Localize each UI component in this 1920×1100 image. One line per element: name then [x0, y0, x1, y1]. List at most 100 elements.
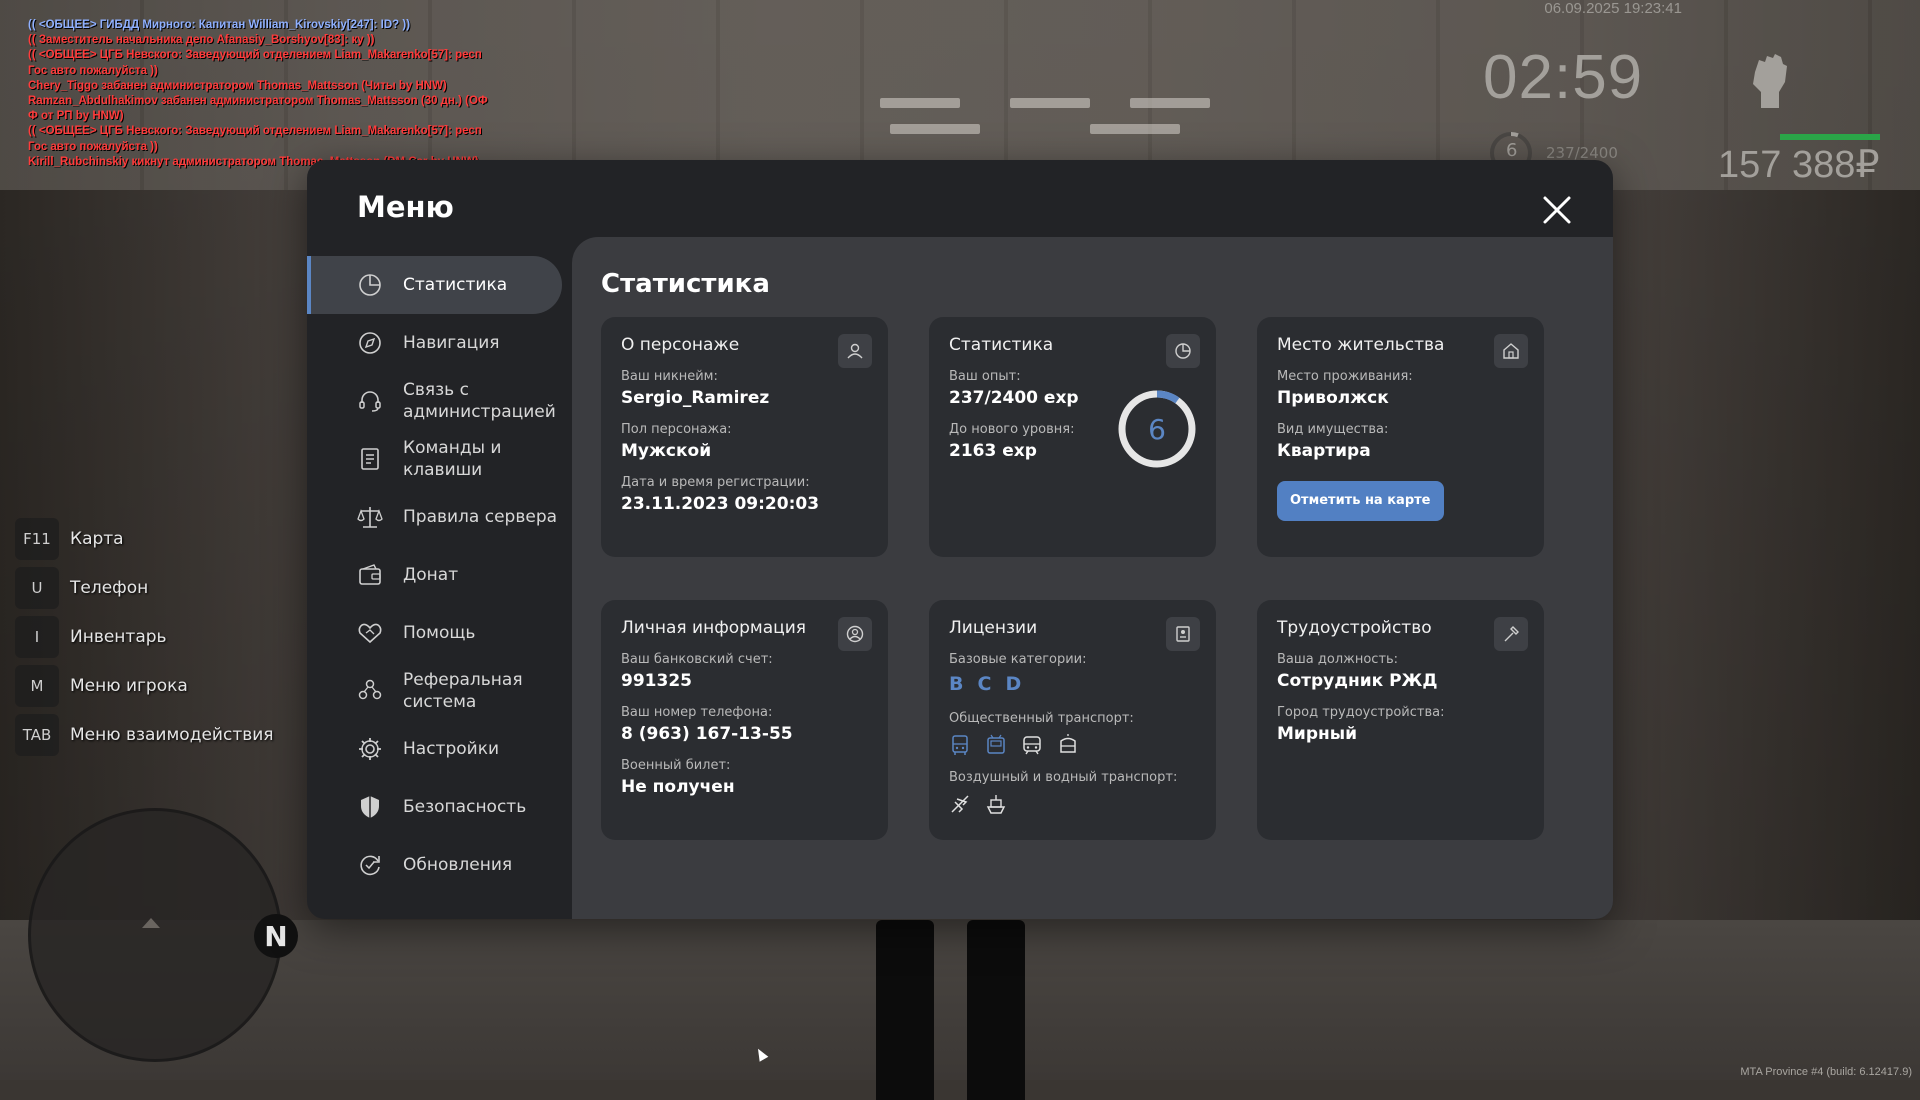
chat-message: (( <ОБЩЕЕ> ЦГБ Невского: Заведующий отде…: [28, 125, 482, 138]
ceiling-light: [880, 98, 960, 108]
chat-message: Гос авто пожалуйста )): [28, 140, 158, 153]
ceiling-light: [1090, 124, 1180, 134]
chat-message: Ramzan_Abdulhakimov забанен администрато…: [28, 95, 488, 108]
job-city-value: Мирный: [1277, 724, 1358, 744]
keybind-inventory[interactable]: I Инвентарь: [15, 616, 274, 658]
key-cap: M: [15, 665, 59, 707]
menu-sidebar: Статистика Навигация Связь с администрац…: [307, 256, 572, 894]
gender-value: Мужской: [621, 441, 712, 461]
keybind-phone[interactable]: U Телефон: [15, 567, 274, 609]
field-label: Общественный транспорт:: [949, 711, 1134, 726]
card-icon-box: [838, 334, 872, 368]
nickname-value: Sergio_Ramirez: [621, 388, 770, 408]
sidebar-item-label: Навигация: [403, 333, 500, 353]
key-cap: I: [15, 616, 59, 658]
key-label: Меню взаимодействия: [70, 725, 274, 745]
card-title: Лицензии: [949, 618, 1038, 638]
sidebar-item-label: Настройки: [403, 739, 500, 759]
sidebar-item-help[interactable]: Помощь: [307, 604, 572, 662]
home-icon: [1503, 343, 1519, 359]
sidebar-item-security[interactable]: Безопасность: [307, 778, 572, 836]
handshake-icon: [358, 623, 382, 644]
menu-modal: Меню Статистика Навигация Связь с админи…: [307, 160, 1613, 919]
sidebar-item-donate[interactable]: Донат: [307, 546, 572, 604]
keybind-interaction-menu[interactable]: TAB Меню взаимодействия: [15, 714, 274, 756]
license-category: C: [977, 673, 992, 695]
ceiling-light: [1010, 98, 1090, 108]
license-category: B: [949, 673, 964, 695]
trolleybus-icon: [987, 734, 1005, 754]
field-label: Пол персонажа:: [621, 422, 732, 437]
card-statistics: Статистика Ваш опыт: 237/2400 exp До нов…: [929, 317, 1216, 557]
field-label: Дата и время регистрации:: [621, 475, 810, 490]
field-label: Ваш опыт:: [949, 369, 1021, 384]
sidebar-item-admin-contact[interactable]: Связь с администрацией: [307, 372, 572, 430]
sidebar-item-label: Команды и клавиши: [403, 438, 502, 480]
mark-on-map-button[interactable]: Отметить на карте: [1277, 481, 1444, 521]
train-icon: [1023, 736, 1041, 755]
people-icon: [358, 679, 382, 700]
residence-value: Приволжск: [1277, 388, 1389, 408]
fist-icon: [1753, 54, 1787, 108]
sidebar-item-commands[interactable]: Команды и клавиши: [307, 430, 572, 488]
card-icon-box: [838, 617, 872, 651]
keybind-map[interactable]: F11 Карта: [15, 518, 274, 560]
sidebar-item-label: Связь с администрацией: [403, 380, 556, 422]
health-bar: [1780, 134, 1880, 140]
radar-minimap: [28, 808, 282, 1062]
card-icon-box: [1494, 334, 1528, 368]
chat-message: (( <ОБЩЕЕ> ГИБДД Мирного: Капитан Willia…: [28, 19, 411, 31]
key-cap: U: [15, 567, 59, 609]
sidebar-item-label: Статистика: [403, 275, 508, 295]
chat-message: (( <ОБЩЕЕ> ЦГБ Невского: Заведующий отде…: [28, 49, 482, 62]
card-character: О персонаже Ваш никнейм: Sergio_Ramirez …: [601, 317, 888, 557]
field-label: Базовые категории:: [949, 652, 1087, 667]
card-title: О персонаже: [621, 335, 740, 355]
compass-icon: [359, 332, 381, 354]
keybind-player-menu[interactable]: M Меню игрока: [15, 665, 274, 707]
pie-chart-icon: [359, 274, 381, 296]
keybind-list: F11 Карта U Телефон I Инвентарь M Меню игрок…: [15, 518, 274, 763]
property-type-value: Квартира: [1277, 441, 1371, 461]
sidebar-item-referral[interactable]: Реферальная система: [307, 662, 572, 720]
key-cap: TAB: [15, 714, 59, 756]
field-label: Город трудоустройства:: [1277, 705, 1445, 720]
ceiling-light: [890, 124, 980, 134]
card-title: Личная информация: [621, 618, 807, 638]
document-icon: [361, 448, 379, 470]
gear-icon: [359, 738, 381, 760]
hud-money: 157 388₽: [1718, 144, 1880, 186]
field-label: Ваш номер телефона:: [621, 705, 773, 720]
chat-message: Гос авто пожалуйста )): [28, 64, 158, 77]
license-category: D: [1005, 673, 1022, 695]
sidebar-item-label: Реферальная система: [403, 670, 523, 712]
key-cap: F11: [15, 518, 59, 560]
registration-value: 23.11.2023 09:20:03: [621, 494, 820, 514]
statistics-panel: Статистика О персонаже Ваш никнейм: Serg…: [572, 237, 1613, 919]
sidebar-item-label: Обновления: [403, 855, 513, 875]
user-circle-icon: [846, 625, 864, 643]
pie-chart-icon: [1175, 343, 1191, 359]
air-water-transport-icons: [949, 793, 1196, 815]
key-label: Карта: [70, 529, 124, 549]
phone-value: 8 (963) 167-13-55: [621, 724, 793, 744]
license-icon: [1176, 626, 1190, 642]
sidebar-item-navigation[interactable]: Навигация: [307, 314, 572, 372]
sidebar-item-updates[interactable]: Обновления: [307, 836, 572, 894]
sidebar-item-label: Правила сервера: [403, 507, 558, 527]
build-info: MTA Province #4 (build: 6.12417.9): [1740, 1066, 1912, 1078]
headset-icon: [359, 391, 381, 412]
card-employment: Трудоустройство Ваша должность: Сотрудни…: [1257, 600, 1544, 840]
scales-icon: [357, 507, 383, 528]
field-label: Ваша должность:: [1277, 652, 1399, 667]
sidebar-item-statistics[interactable]: Статистика: [307, 256, 562, 314]
field-label: Вид имущества:: [1277, 422, 1389, 437]
ceiling-light: [1130, 98, 1210, 108]
tram-icon: [1060, 734, 1076, 753]
sidebar-item-rules[interactable]: Правила сервера: [307, 488, 572, 546]
close-icon[interactable]: [1539, 192, 1575, 228]
chat-message: (( Заместитель начальника депо Afanasiy_…: [28, 34, 375, 47]
sidebar-item-label: Донат: [403, 565, 459, 585]
card-icon-box: [1494, 617, 1528, 651]
sidebar-item-settings[interactable]: Настройки: [307, 720, 572, 778]
